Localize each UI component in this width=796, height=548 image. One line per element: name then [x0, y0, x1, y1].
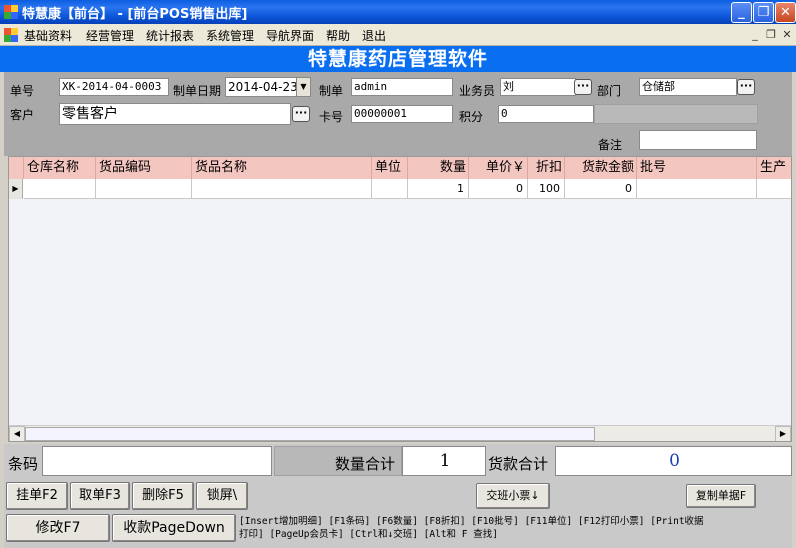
qty-total-label: 数量合计	[335, 455, 396, 473]
ellipsis-icon: ···	[739, 79, 753, 92]
fetch-order-button[interactable]: 取单F3	[70, 482, 130, 510]
cell-unit[interactable]	[372, 179, 408, 199]
items-grid: 仓库名称 货品编码 货品名称 单位 数量 单价￥ 折扣 货款金额 批号 生产 ▶…	[8, 156, 792, 442]
dept-lookup-button[interactable]: ···	[737, 79, 755, 95]
scroll-left-icon[interactable]: ◀	[9, 426, 25, 441]
grid-corner	[9, 157, 24, 179]
salesman-lookup-button[interactable]: ···	[574, 79, 592, 95]
info-placeholder	[594, 104, 758, 124]
customer-field[interactable]: 零售客户	[59, 103, 291, 125]
col-amount[interactable]: 货款金额	[565, 157, 637, 179]
customer-label: 客户	[10, 108, 35, 122]
amount-total-label: 货款合计	[488, 455, 549, 473]
salesman-label: 业务员	[459, 84, 496, 98]
mdi-restore-icon[interactable]: ❐	[764, 28, 778, 42]
date-label: 制单日期	[173, 84, 222, 98]
cell-discount[interactable]: 100	[528, 179, 565, 199]
maker-label: 制单	[319, 84, 344, 98]
hotkeys-line-2: 打印] [PageUp会员卡] [Ctrl和↓交班] [Alt和 F 查找]	[239, 529, 498, 540]
horizontal-scrollbar[interactable]: ◀ ▶	[9, 425, 791, 441]
menu-reports[interactable]: 统计报表	[146, 27, 194, 44]
qty-total-value: 1	[402, 446, 486, 476]
points-field[interactable]: 0	[498, 105, 594, 123]
card-label: 卡号	[319, 110, 344, 124]
app-menu-icon[interactable]	[4, 28, 18, 42]
minimize-icon: _	[738, 5, 745, 20]
barcode-input[interactable]	[42, 446, 272, 476]
menu-operations[interactable]: 经营管理	[86, 27, 134, 44]
restore-icon: ❐	[757, 5, 770, 20]
dept-field[interactable]: 仓储部	[639, 78, 737, 96]
hotkeys-line-1: [Insert增加明细] [F1条码] [F6数量] [F8折扣] [F10批号…	[239, 516, 704, 527]
scroll-thumb[interactable]	[25, 427, 595, 441]
remark-field[interactable]	[639, 130, 757, 150]
cell-warehouse[interactable]	[24, 179, 96, 199]
cell-qty[interactable]: 1	[408, 179, 469, 199]
grid-header: 仓库名称 货品编码 货品名称 单位 数量 单价￥ 折扣 货款金额 批号 生产	[9, 157, 791, 179]
modify-button[interactable]: 修改F7	[6, 514, 110, 542]
dept-label: 部门	[597, 84, 622, 98]
card-field[interactable]: 00000001	[351, 105, 453, 123]
menu-help[interactable]: 帮助	[326, 27, 350, 44]
close-button[interactable]: ✕	[775, 2, 796, 23]
hold-order-button[interactable]: 挂单F2	[6, 482, 68, 510]
table-row[interactable]: ▶ 1 0 100 0	[9, 179, 791, 199]
menu-system[interactable]: 系统管理	[206, 27, 254, 44]
copy-receipt-button[interactable]: 复制单据F	[686, 484, 756, 508]
salesman-field[interactable]: 刘	[500, 78, 576, 96]
window-title: 特慧康【前台】 - [前台POS销售出库]	[22, 7, 248, 22]
mdi-minimize-icon[interactable]: _	[748, 28, 762, 42]
delete-button[interactable]: 删除F5	[132, 482, 194, 510]
checkout-button[interactable]: 收款PageDown	[112, 514, 236, 542]
col-discount[interactable]: 折扣	[528, 157, 565, 179]
ellipsis-icon: ···	[294, 106, 308, 119]
menu-basic-data[interactable]: 基础资料	[24, 27, 72, 44]
col-item-code[interactable]: 货品编码	[96, 157, 192, 179]
mdi-close-icon[interactable]: ✕	[780, 28, 794, 42]
col-warehouse[interactable]: 仓库名称	[24, 157, 96, 179]
cell-amount[interactable]: 0	[565, 179, 637, 199]
col-production[interactable]: 生产	[757, 157, 791, 179]
col-price[interactable]: 单价￥	[469, 157, 528, 179]
bottom-panel: 条码 数量合计 1 货款合计 0 挂单F2 取单F3 删除F5 锁屏\ 交班小票…	[4, 444, 792, 548]
col-batch[interactable]: 批号	[637, 157, 757, 179]
remark-label: 备注	[598, 138, 623, 152]
menu-exit[interactable]: 退出	[362, 27, 386, 44]
amount-total-value: 0	[555, 446, 792, 476]
date-picker[interactable]: 2014-04-23 ▼	[225, 77, 311, 97]
restore-button[interactable]: ❐	[753, 2, 774, 23]
order-no-field[interactable]: XK-2014-04-0003	[59, 78, 169, 96]
cell-batch[interactable]	[637, 179, 757, 199]
col-qty[interactable]: 数量	[408, 157, 469, 179]
row-pointer-icon: ▶	[9, 179, 23, 199]
chevron-down-icon[interactable]: ▼	[296, 78, 310, 96]
order-no-label: 单号	[10, 84, 35, 98]
cell-production[interactable]	[757, 179, 791, 199]
ellipsis-icon: ···	[576, 79, 590, 92]
minimize-button[interactable]: _	[731, 2, 752, 23]
points-label: 积分	[459, 110, 484, 124]
title-bar: 特慧康【前台】 - [前台POS销售出库] _ ❐ ✕	[0, 0, 796, 24]
scroll-right-icon[interactable]: ▶	[775, 426, 791, 441]
lock-screen-button[interactable]: 锁屏\	[196, 482, 248, 510]
col-item-name[interactable]: 货品名称	[192, 157, 372, 179]
maker-field[interactable]: admin	[351, 78, 453, 96]
customer-lookup-button[interactable]: ···	[292, 106, 310, 122]
close-icon: ✕	[780, 5, 791, 20]
cell-item-code[interactable]	[96, 179, 192, 199]
shift-ticket-button[interactable]: 交班小票↓	[476, 483, 550, 509]
order-form: 单号 XK-2014-04-0003 制单日期 2014-04-23 ▼ 制单 …	[4, 72, 792, 156]
cell-item-name[interactable]	[192, 179, 372, 199]
app-icon	[4, 5, 18, 19]
barcode-label: 条码	[8, 455, 39, 473]
col-unit[interactable]: 单位	[372, 157, 408, 179]
app-banner: 特慧康药店管理软件	[0, 46, 796, 72]
menu-bar: 基础资料 经营管理 统计报表 系统管理 导航界面 帮助 退出 _ ❐ ✕	[0, 24, 796, 46]
cell-price[interactable]: 0	[469, 179, 528, 199]
date-value: 2014-04-23	[228, 80, 298, 94]
menu-navigation[interactable]: 导航界面	[266, 27, 314, 44]
